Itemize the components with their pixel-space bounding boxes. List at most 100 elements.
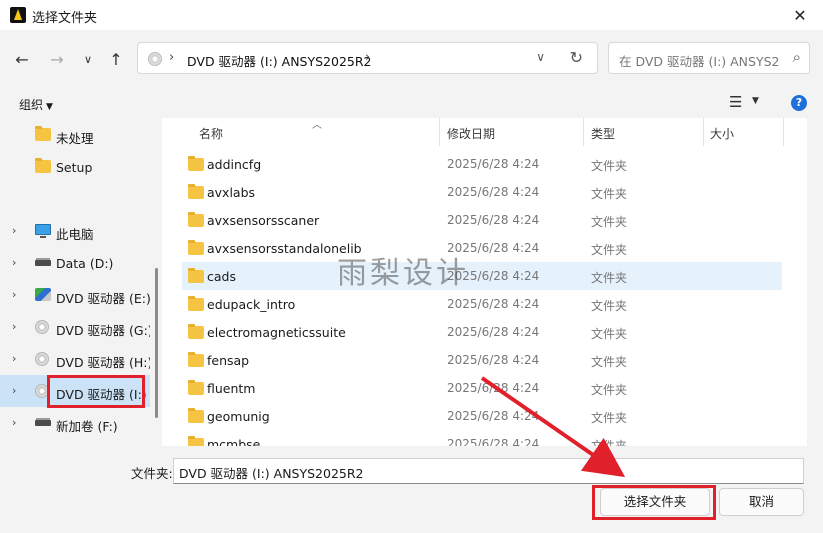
sidebar-item-unprocessed[interactable]: 未处理 (0, 121, 150, 149)
item-name: fluentm (207, 381, 256, 396)
list-item[interactable]: fensap 2025/6/28 4:24 文件夹 (182, 346, 782, 374)
item-date: 2025/6/28 4:24 (447, 213, 540, 227)
column-divider[interactable] (439, 118, 440, 146)
item-date: 2025/6/28 4:24 (447, 185, 540, 199)
sidebar-item-data-d[interactable]: › Data (D:) (0, 249, 150, 277)
caret-down-icon: ▼ (46, 102, 53, 112)
sidebar-item-label: DVD 驱动器 (H:) (56, 355, 150, 370)
sidebar-item-label: 新加卷 (F:) (56, 419, 118, 434)
back-button[interactable]: ← (11, 48, 33, 70)
item-date: 2025/6/28 4:24 (447, 297, 540, 311)
item-name: cads (207, 269, 236, 284)
refresh-icon[interactable]: ↻ (570, 48, 583, 67)
list-item[interactable]: electromagneticssuite 2025/6/28 4:24 文件夹 (182, 318, 782, 346)
up-button[interactable]: ↑ (105, 48, 127, 70)
item-date: 2025/6/28 4:24 (447, 325, 540, 339)
watermark: 雨梨设计 (337, 256, 469, 291)
sidebar-item-dvd-e[interactable]: › DVD 驱动器 (E:) (0, 281, 150, 309)
folder-icon (188, 240, 204, 255)
item-type: 文件夹 (591, 187, 628, 201)
item-type: 文件夹 (591, 439, 628, 446)
item-date: 2025/6/28 4:24 (447, 409, 540, 423)
annotation-highlight-box (592, 485, 716, 520)
list-item[interactable]: fluentm 2025/6/28 4:24 文件夹 (182, 374, 782, 402)
file-list: ︿ 名称 修改日期 类型 大小 addincfg 2025/6/28 4:24 … (162, 118, 807, 446)
column-divider[interactable] (703, 118, 704, 146)
arrow-right-icon: → (50, 49, 64, 69)
address-path[interactable]: DVD 驱动器 (I:) ANSYS2025R2 (187, 51, 372, 70)
item-date: 2025/6/28 4:24 (447, 353, 540, 367)
chevron-right-icon[interactable]: › (12, 416, 16, 429)
item-date: 2025/6/28 4:24 (447, 437, 540, 446)
item-name: avxlabs (207, 185, 256, 200)
sidebar-item-dvd-h[interactable]: › DVD 驱动器 (H:) (0, 345, 150, 373)
close-button[interactable]: ✕ (777, 0, 823, 30)
chevron-right-icon[interactable]: › (12, 352, 16, 365)
forward-button[interactable]: → (46, 48, 68, 70)
list-item[interactable]: cads 2025/6/28 4:24 文件夹 (182, 262, 782, 290)
chevron-down-icon: ∨ (83, 52, 93, 66)
sidebar-item-label: Setup (56, 160, 93, 175)
item-type: 文件夹 (591, 271, 628, 285)
view-options-icon[interactable]: ☰ (729, 93, 742, 111)
search-input[interactable]: 在 DVD 驱动器 (I:) ANSYS2025R2 中搜索 ⌕ (608, 42, 810, 74)
item-name: addincfg (207, 157, 262, 172)
disc-icon (148, 52, 162, 66)
caret-down-icon[interactable]: ▼ (752, 96, 759, 106)
folder-icon (188, 268, 204, 283)
disc-icon (35, 352, 49, 366)
item-type: 文件夹 (591, 327, 628, 341)
cancel-button[interactable]: 取消 (719, 488, 804, 516)
item-date: 2025/6/28 4:24 (447, 157, 540, 171)
column-divider[interactable] (783, 118, 784, 146)
item-name: avxsensorsscaner (207, 213, 320, 228)
drive-icon (35, 258, 51, 266)
column-divider[interactable] (583, 118, 584, 146)
chevron-right-icon[interactable]: › (169, 50, 174, 65)
recent-locations-button[interactable]: ∨ (77, 48, 99, 70)
chevron-down-icon[interactable]: ∨ (536, 50, 545, 64)
folder-icon (188, 184, 204, 199)
item-name: electromagneticssuite (207, 325, 346, 340)
annotation-highlight-box (47, 375, 145, 408)
help-icon[interactable]: ? (791, 95, 807, 111)
list-item[interactable]: avxsensorsstandalonelib 2025/6/28 4:24 文… (182, 234, 782, 262)
chevron-right-icon[interactable]: › (12, 384, 16, 397)
sidebar-item-new-volume-f[interactable]: › 新加卷 (F:) (0, 409, 150, 437)
sidebar-item-label: Data (D:) (56, 256, 114, 271)
list-item[interactable]: mcmbse 2025/6/28 4:24 文件夹 (182, 430, 782, 446)
item-name: fensap (207, 353, 250, 368)
column-header-size[interactable]: 大小 (710, 118, 734, 146)
list-item[interactable]: avxsensorsscaner 2025/6/28 4:24 文件夹 (182, 206, 782, 234)
sidebar-item-setup[interactable]: Setup (0, 153, 150, 181)
folder-icon (188, 156, 204, 171)
search-icon: ⌕ (792, 48, 801, 66)
folder-name-input[interactable]: DVD 驱动器 (I:) ANSYS2025R2 (173, 458, 804, 484)
navigation-bar: ← → ∨ ↑ › DVD 驱动器 (I:) ANSYS2025R2 › ∨ ↻… (0, 30, 823, 88)
list-item[interactable]: addincfg 2025/6/28 4:24 文件夹 (182, 150, 782, 178)
item-type: 文件夹 (591, 299, 628, 313)
column-header-name[interactable]: 名称 (199, 118, 223, 146)
computer-icon (35, 224, 51, 238)
item-type: 文件夹 (591, 411, 628, 425)
list-item[interactable]: edupack_intro 2025/6/28 4:24 文件夹 (182, 290, 782, 318)
disc-icon (35, 320, 49, 334)
chevron-right-icon[interactable]: › (12, 320, 16, 333)
sidebar-scrollbar[interactable] (155, 268, 158, 418)
column-header-type[interactable]: 类型 (591, 118, 615, 146)
chevron-right-icon[interactable]: › (12, 288, 16, 301)
chevron-right-icon[interactable]: › (12, 224, 16, 237)
sidebar-item-this-pc[interactable]: › 此电脑 (0, 217, 150, 245)
close-icon: ✕ (793, 5, 807, 25)
chevron-right-icon[interactable]: › (12, 256, 16, 269)
folder-icon (188, 436, 204, 446)
list-item[interactable]: geomunig 2025/6/28 4:24 文件夹 (182, 402, 782, 430)
column-header-date[interactable]: 修改日期 (447, 118, 495, 146)
list-item[interactable]: avxlabs 2025/6/28 4:24 文件夹 (182, 178, 782, 206)
item-name: mcmbse (207, 437, 261, 446)
chevron-right-icon[interactable]: › (365, 50, 370, 65)
address-bar[interactable]: › DVD 驱动器 (I:) ANSYS2025R2 › ∨ ↻ (137, 42, 598, 74)
organize-menu[interactable]: 组织 ▼ (19, 96, 53, 113)
sidebar-item-dvd-g[interactable]: › DVD 驱动器 (G:) (0, 313, 150, 341)
folder-icon (188, 296, 204, 311)
